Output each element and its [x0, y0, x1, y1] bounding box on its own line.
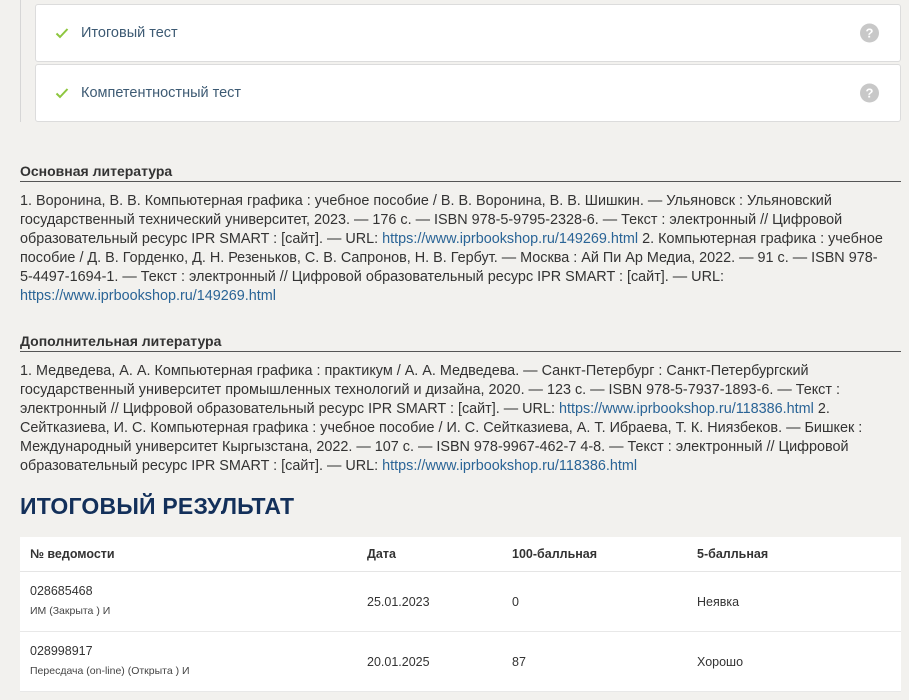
header-date: Дата — [367, 547, 396, 561]
test-item-final[interactable]: Итоговый тест ? — [35, 4, 901, 62]
header-score100: 100-балльная — [512, 547, 598, 561]
row-score100: 87 — [512, 654, 526, 669]
row-type: ИМ (Закрыта ) И — [30, 605, 111, 617]
check-icon — [55, 88, 69, 99]
test-label: Итоговый тест — [81, 25, 178, 41]
row-date: 20.01.2025 — [367, 654, 430, 669]
tests-panel: Итоговый тест ? Компетентностный тест ? — [20, 0, 909, 122]
header-score5: 5-балльная — [697, 547, 769, 561]
main-literature-title: Основная литература — [20, 163, 901, 182]
test-item-competency[interactable]: Компетентностный тест ? — [35, 64, 901, 122]
row-score5: Хорошо — [697, 654, 744, 669]
extra-lit-link-1[interactable]: https://www.iprbookshop.ru/118386.html — [559, 401, 814, 417]
row-score100: 0 — [512, 594, 519, 609]
main-lit-link-1[interactable]: https://www.iprbookshop.ru/149269.html — [382, 231, 638, 247]
row-number: 028998917 — [30, 644, 93, 658]
extra-lit-link-2[interactable]: https://www.iprbookshop.ru/118386.html — [382, 458, 637, 474]
test-label: Компетентностный тест — [81, 85, 242, 101]
header-number: № ведомости — [30, 547, 115, 561]
help-icon[interactable]: ? — [860, 83, 879, 103]
main-lit-link-2[interactable]: https://www.iprbookshop.ru/149269.html — [20, 288, 276, 304]
row-score5: Неявка — [697, 594, 740, 609]
table-row: 028685468 ИМ (Закрыта ) И 25.01.2023 0 Н… — [20, 572, 901, 632]
result-title: ИТОГОВЫЙ РЕЗУЛЬТАТ — [20, 493, 295, 519]
row-number: 028685468 — [30, 584, 93, 598]
help-icon[interactable]: ? — [860, 23, 879, 43]
main-literature-text: 1. Воронина, В. В. Компьютерная графика … — [20, 193, 883, 304]
row-type: Пересдача (on-line) (Открыта ) И — [30, 665, 190, 677]
check-icon — [55, 28, 69, 39]
extra-literature-text: 1. Медведева, А. А. Компьютерная графика… — [20, 363, 863, 474]
results-table: № ведомости Дата 100-балльная 5-балльная… — [20, 537, 901, 692]
table-row: 028998917 Пересдача (on-line) (Открыта )… — [20, 632, 901, 692]
table-header: № ведомости Дата 100-балльная 5-балльная — [20, 537, 901, 572]
row-date: 25.01.2023 — [367, 594, 430, 609]
extra-literature-title: Дополнительная литература — [20, 333, 901, 352]
